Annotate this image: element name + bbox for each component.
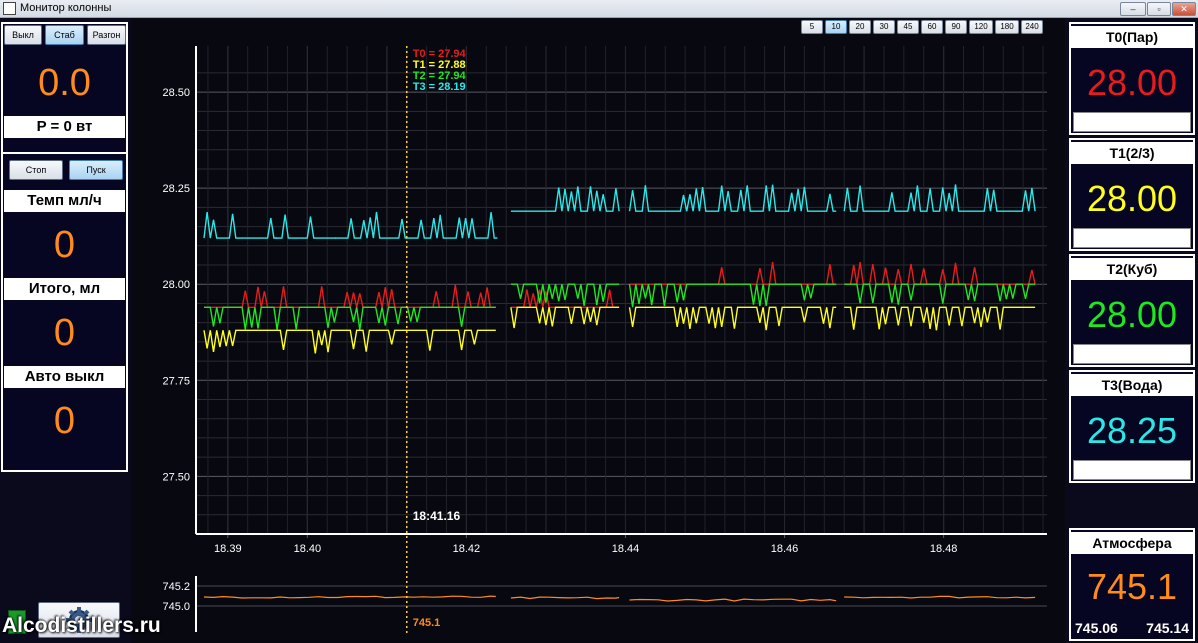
- pump-control-box: Стоп Пуск Темп мл/ч 0 Итого, мл 0 Авто в…: [1, 152, 128, 472]
- x-tick-label: 18.46: [771, 543, 799, 555]
- sensor-t2-field[interactable]: [1073, 344, 1191, 364]
- pressure-tick-label: 745.0: [162, 601, 190, 613]
- sensor-t1-title: T1(2/3): [1071, 142, 1193, 164]
- right-panel: T0(Пар) 28.00 T1(2/3) 28.00 T2(Куб) 28.0…: [1065, 18, 1198, 643]
- pressure-line: [203, 595, 496, 599]
- cursor-time: 18:41.16: [413, 509, 461, 523]
- left-panel: Выкл Стаб Разгон 0.0 P = 0 вт Стоп Пуск …: [0, 18, 131, 643]
- pressure-line: [844, 595, 1036, 599]
- series-line: [844, 283, 1036, 305]
- sensor-t3-title: T3(Вода): [1071, 374, 1193, 396]
- temperature-chart[interactable]: 27.50 27.75 28.00 28.25 28.50 18.39 18.40 18.42…: [131, 18, 1065, 643]
- x-tick-label: 18.42: [453, 543, 481, 555]
- watermark-logo: Alcodistillers.ru: [2, 614, 161, 637]
- series-line: [203, 212, 278, 239]
- y-tick-label: 28.00: [162, 279, 190, 291]
- sensor-t3-value: 28.25: [1086, 410, 1178, 451]
- cursor-readout: T3 = 28.19: [413, 81, 466, 93]
- rate-label: Темп мл/ч: [4, 190, 125, 212]
- sensor-t0-value: 28.00: [1086, 62, 1178, 103]
- pump-stop-button[interactable]: Стоп: [9, 160, 63, 180]
- mode-stab-button[interactable]: Стаб: [45, 25, 84, 45]
- atmosphere-title: Атмосфера: [1071, 532, 1193, 554]
- pressure-line: [510, 596, 620, 600]
- sensor-t2-title: T2(Куб): [1071, 258, 1193, 280]
- atmosphere-box: Атмосфера 745.1 745.06 745.14: [1069, 528, 1195, 641]
- series-line: [844, 306, 1036, 331]
- atmosphere-value: 745.1: [1086, 566, 1178, 607]
- y-tick-label: 27.50: [162, 471, 190, 483]
- auto-off-label: Авто выкл: [4, 366, 125, 388]
- sensor-t1-field[interactable]: [1073, 228, 1191, 248]
- rate-value: 0: [53, 224, 76, 266]
- mode-boost-button[interactable]: Разгон: [87, 25, 126, 45]
- title-bar: Монитор колонны – ▫ ✕: [0, 0, 1198, 18]
- pump-start-button[interactable]: Пуск: [69, 160, 123, 180]
- x-tick-label: 18.39: [214, 543, 242, 555]
- y-tick-label: 27.75: [162, 375, 190, 387]
- atmosphere-min: 745.06: [1075, 620, 1118, 636]
- window-title: Монитор колонны: [20, 2, 112, 14]
- auto-off-value: 0: [53, 400, 76, 442]
- y-tick-label: 28.50: [162, 87, 190, 99]
- sensor-t0-field[interactable]: [1073, 112, 1191, 132]
- power-value: 0.0: [38, 62, 91, 104]
- sensor-t1-value: 28.00: [1086, 178, 1178, 219]
- pressure-tick-label: 745.2: [162, 581, 190, 593]
- x-tick-label: 18.40: [294, 543, 322, 555]
- x-tick-label: 18.48: [930, 543, 958, 555]
- series-line: [510, 306, 620, 329]
- atmosphere-max: 745.14: [1146, 620, 1189, 636]
- sensor-t0-title: T0(Пар): [1071, 26, 1193, 48]
- sensor-t2-box: T2(Куб) 28.00: [1069, 254, 1195, 367]
- series-line: [510, 283, 620, 306]
- series-line: [335, 211, 498, 239]
- series-line: [628, 306, 837, 331]
- maximize-button[interactable]: ▫: [1147, 2, 1171, 16]
- power-control-box: Выкл Стаб Разгон 0.0 P = 0 вт: [1, 22, 128, 163]
- app-window: Монитор колонны – ▫ ✕ Выкл Стаб Разгон 0…: [0, 0, 1198, 643]
- app-icon: [3, 2, 16, 15]
- y-tick-label: 28.25: [162, 183, 190, 195]
- sensor-t1-box: T1(2/3) 28.00: [1069, 138, 1195, 251]
- x-tick-label: 18.44: [612, 543, 640, 555]
- sensor-t3-field[interactable]: [1073, 460, 1191, 480]
- chart-axes: 27.50 27.75 28.00 28.25 28.50 18.39 18.40 18.42…: [162, 46, 1047, 632]
- sensor-t0-box: T0(Пар) 28.00: [1069, 22, 1195, 135]
- sensor-t3-box: T3(Вода) 28.25: [1069, 370, 1195, 483]
- chart-area: 5 10 20 30 45 60 90 120 180 240 27.50 27.75 28.00 28…: [131, 18, 1065, 643]
- sensor-t2-value: 28.00: [1086, 294, 1178, 335]
- pressure-line: [629, 598, 837, 602]
- cursor-pressure: 745.1: [413, 617, 441, 629]
- chart-grid: [196, 46, 1047, 607]
- minimize-button[interactable]: –: [1120, 2, 1146, 16]
- total-label: Итого, мл: [4, 278, 125, 300]
- power-label: P = 0 вт: [4, 116, 125, 138]
- total-value: 0: [53, 312, 76, 354]
- mode-off-button[interactable]: Выкл: [4, 25, 42, 45]
- close-button[interactable]: ✕: [1172, 2, 1196, 16]
- chart-series: [203, 184, 1036, 602]
